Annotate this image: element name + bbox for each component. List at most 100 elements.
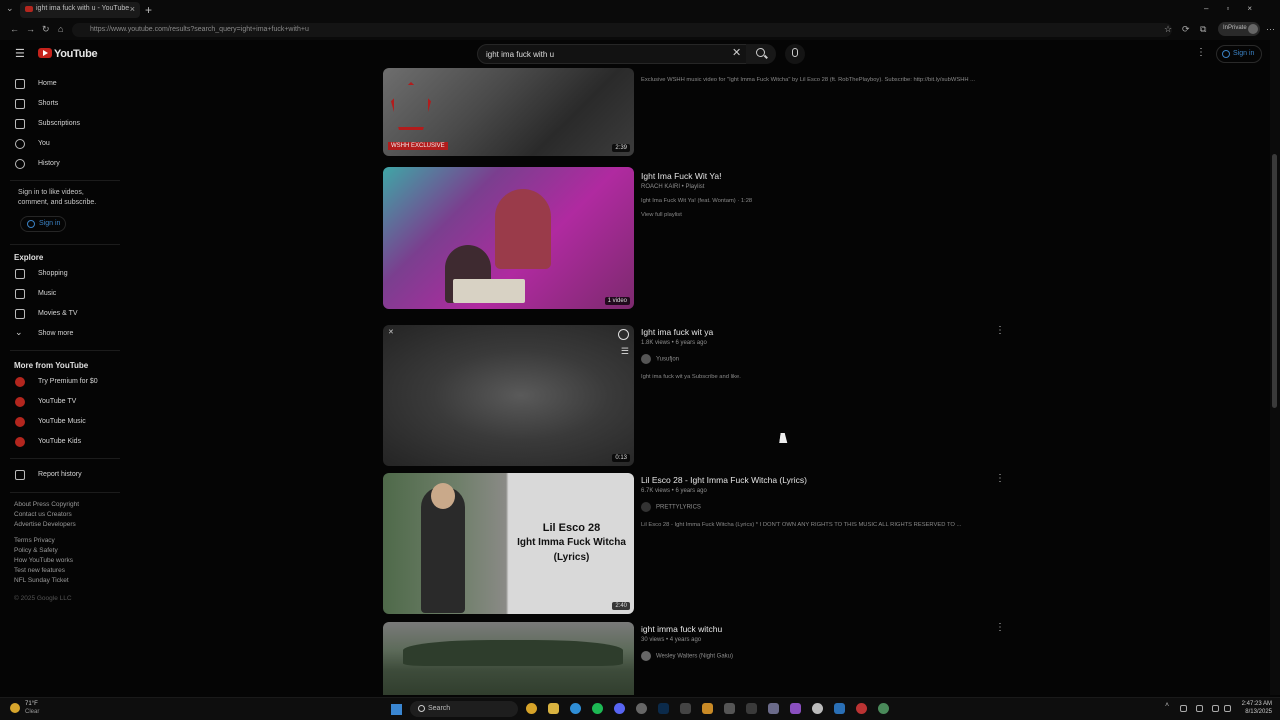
file-explorer-icon[interactable] [548, 703, 559, 714]
notification-icon[interactable] [1224, 705, 1231, 712]
footer-links[interactable]: Policy & Safety [14, 547, 58, 554]
footer-links[interactable]: Contact us Creators [14, 511, 72, 518]
tab-close-icon[interactable]: × [130, 4, 135, 14]
back-icon[interactable]: ← [10, 24, 19, 34]
playlist-title[interactable]: Ight Ima Fuck Wit Ya! [641, 171, 721, 181]
weather-temperature[interactable]: 71°F [25, 701, 38, 707]
video-thumbnail[interactable]: WSHH EXCLUSIVE 2:39 [383, 68, 634, 156]
sidebar-item-home[interactable]: Home [0, 74, 120, 94]
edge-icon[interactable] [570, 703, 581, 714]
channel-link[interactable]: Wesley Walters (Night Gaku) [641, 651, 733, 661]
app-icon[interactable] [878, 703, 889, 714]
search-button[interactable] [746, 44, 776, 64]
channel-name[interactable]: Wesley Walters (Night Gaku) [656, 654, 733, 660]
search-query-text[interactable]: ight ima fuck with u [486, 50, 554, 59]
youtube-logo-text[interactable]: YouTube [54, 48, 98, 60]
sidebar-item-shorts[interactable]: Shorts [0, 94, 120, 114]
app-icon[interactable] [746, 703, 757, 714]
footer-links[interactable]: Test new features [14, 567, 65, 574]
extensions-icon[interactable]: ⟳ [1182, 24, 1190, 35]
voice-search-button[interactable] [785, 44, 805, 64]
footer-links[interactable]: Terms Privacy [14, 537, 55, 544]
clear-search-icon[interactable]: ✕ [732, 46, 741, 59]
windows-start-icon[interactable] [391, 704, 402, 715]
hamburger-menu-icon[interactable]: ☰ [15, 47, 25, 60]
clock-time[interactable]: 2:47:23 AM [1236, 701, 1272, 707]
volume-icon[interactable] [1196, 705, 1203, 712]
scrollbar-thumb[interactable] [1272, 154, 1277, 408]
photoshop-icon[interactable] [658, 703, 669, 714]
sidebar-item-music[interactable]: Music [0, 284, 120, 304]
app-icon[interactable] [702, 703, 713, 714]
sidebar-item-movies[interactable]: Movies & TV [0, 304, 120, 324]
browser-menu-icon[interactable]: ⋯ [1266, 24, 1275, 35]
sidebar-item-shopping[interactable]: Shopping [0, 264, 120, 284]
sidebar-item-report-history[interactable]: Report history [0, 465, 120, 485]
browser-tab-active[interactable]: ight ima fuck with u - YouTube × [20, 2, 140, 18]
view-full-playlist-link[interactable]: View full playlist [641, 212, 682, 218]
favorite-star-icon[interactable]: ☆ [1164, 24, 1172, 35]
address-bar[interactable]: https://www.youtube.com/results?search_q… [72, 23, 1172, 37]
network-icon[interactable] [1180, 705, 1187, 712]
chrome-icon[interactable] [526, 703, 537, 714]
add-to-queue-icon[interactable]: ☰ [621, 346, 629, 357]
channel-name[interactable]: PRETTYLYRICS [656, 505, 701, 511]
taskbar-search[interactable]: Search [410, 701, 518, 717]
video-thumbnail[interactable]: ✕ ☰ 0:13 [383, 325, 634, 466]
video-title[interactable]: ight imma fuck witchu [641, 624, 722, 634]
terminal-icon[interactable] [680, 703, 691, 714]
app-icon[interactable] [724, 703, 735, 714]
video-result[interactable]: Lil Esco 28 Ight Imma Fuck Witcha (Lyric… [383, 473, 1013, 616]
video-result[interactable]: ight imma fuck witchu 30 views • 4 years… [383, 622, 1013, 695]
window-controls[interactable]: –▫× [1204, 4, 1270, 13]
forward-icon[interactable]: → [26, 24, 35, 34]
channel-link[interactable]: PRETTYLYRICS [641, 502, 701, 512]
clock-date[interactable]: 8/13/2025 [1236, 709, 1272, 715]
video-result[interactable]: WSHH EXCLUSIVE 2:39 Exclusive WSHH music… [383, 68, 1013, 158]
video-result[interactable]: ✕ ☰ 0:13 Ight ima fuck wit ya 1.8K views… [383, 325, 1013, 468]
playlist-thumbnail[interactable]: 1 video [383, 167, 634, 309]
page-scrollbar[interactable] [1270, 40, 1280, 695]
tab-actions-icon[interactable]: ⌄ [6, 3, 14, 14]
more-actions-icon[interactable]: ⋮ [995, 622, 1005, 633]
sidebar-item-premium[interactable]: Try Premium for $0 [0, 372, 120, 392]
video-title[interactable]: Lil Esco 28 - Ight Imma Fuck Witcha (Lyr… [641, 475, 807, 485]
channel-link[interactable]: Yusufjon [641, 354, 679, 364]
profile-button[interactable]: InPrivate [1218, 22, 1260, 36]
playlist-result[interactable]: 1 video Ight Ima Fuck Wit Ya! ROACH KAIR… [383, 167, 1013, 312]
weather-condition[interactable]: Clear [25, 709, 39, 715]
sidebar-item-youtube-music[interactable]: YouTube Music [0, 412, 120, 432]
url-text[interactable]: https://www.youtube.com/results?search_q… [90, 26, 309, 33]
app-icon[interactable] [812, 703, 823, 714]
sidebar-item-show-more[interactable]: ⌄ Show more [0, 324, 120, 344]
footer-links[interactable]: How YouTube works [14, 557, 73, 564]
app-icon[interactable] [834, 703, 845, 714]
watch-later-icon[interactable] [618, 329, 629, 340]
video-thumbnail[interactable]: Lil Esco 28 Ight Imma Fuck Witcha (Lyric… [383, 473, 634, 614]
sidebar-item-you[interactable]: You [0, 134, 120, 154]
footer-links[interactable]: About Press Copyright [14, 501, 79, 508]
settings-more-icon[interactable]: ⋮ [1196, 47, 1206, 58]
search-input[interactable]: ight ima fuck with u [477, 44, 747, 64]
refresh-icon[interactable]: ↻ [42, 24, 50, 35]
video-title[interactable]: Ight ima fuck wit ya [641, 327, 713, 337]
home-icon[interactable]: ⌂ [58, 24, 63, 34]
sidebar-item-subscriptions[interactable]: Subscriptions [0, 114, 120, 134]
sidebar-sign-in-button[interactable]: Sign in [20, 216, 66, 232]
app-icon[interactable] [790, 703, 801, 714]
footer-links[interactable]: Advertise Developers [14, 521, 76, 528]
footer-links[interactable]: NFL Sunday Ticket [14, 577, 69, 584]
sidebar-item-youtube-kids[interactable]: YouTube Kids [0, 432, 120, 452]
more-actions-icon[interactable]: ⋮ [995, 473, 1005, 484]
new-tab-button[interactable]: + [145, 3, 152, 17]
video-thumbnail[interactable] [383, 622, 634, 695]
app-icon[interactable] [768, 703, 779, 714]
playlist-item[interactable]: Ight Ima Fuck Wit Ya! (feat. Wontam) · 1… [641, 198, 752, 204]
channel-name[interactable]: Yusufjon [656, 357, 679, 363]
app-icon[interactable] [856, 703, 867, 714]
sign-in-button[interactable]: Sign in [1216, 45, 1262, 63]
discord-icon[interactable] [614, 703, 625, 714]
sidebar-item-youtube-tv[interactable]: YouTube TV [0, 392, 120, 412]
sidebar-item-history[interactable]: History [0, 154, 120, 174]
weather-moon-icon[interactable] [10, 703, 20, 713]
